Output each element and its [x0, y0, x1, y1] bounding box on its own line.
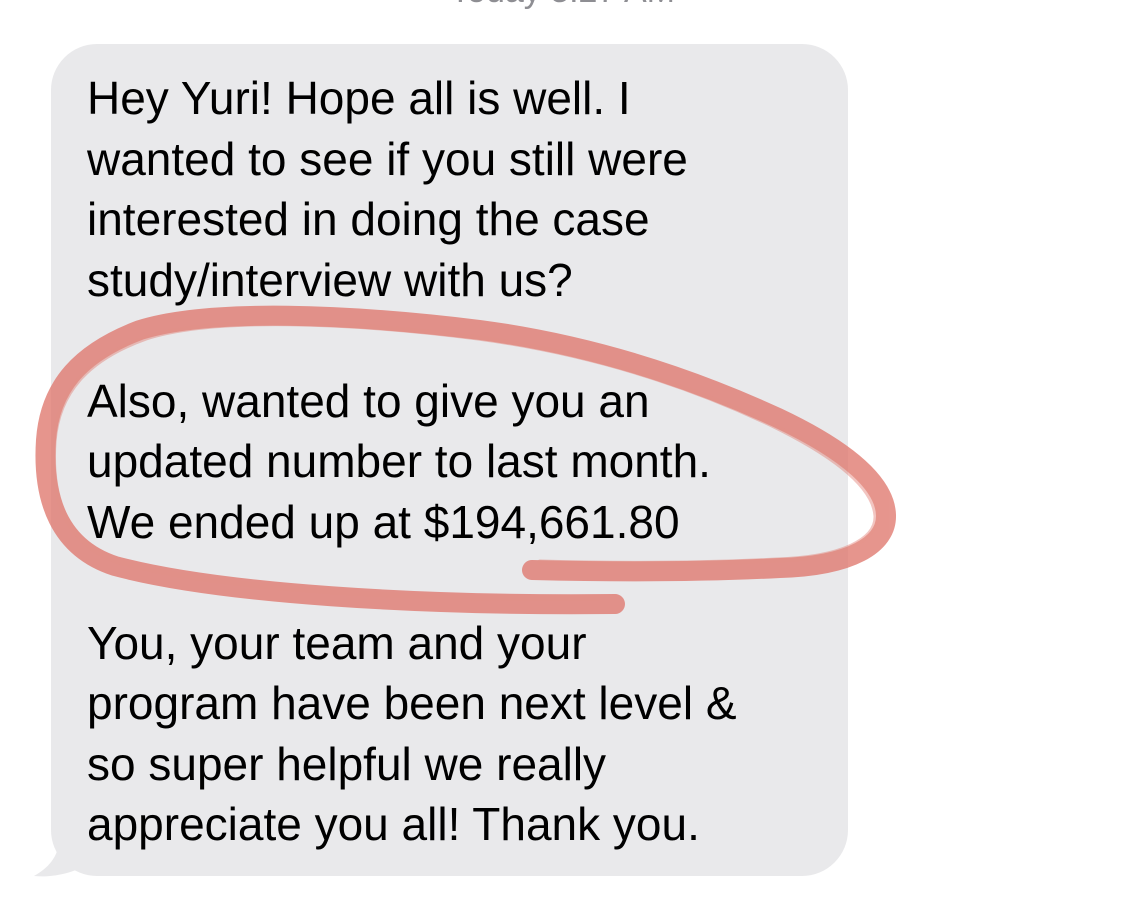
message-text: Hey Yuri! Hope all is well. I wanted to …: [87, 68, 827, 855]
message-paragraph-thanks: You, your team and your program have bee…: [87, 616, 737, 851]
message-paragraph-intro: Hey Yuri! Hope all is well. I wanted to …: [87, 72, 688, 306]
messages-screen: Today 8:27 AM Hey Yuri! Hope all is well…: [0, 0, 1125, 906]
message-paragraph-update: Also, wanted to give you an updated numb…: [87, 374, 711, 548]
message-timestamp: Today 8:27 AM: [0, 0, 1125, 8]
